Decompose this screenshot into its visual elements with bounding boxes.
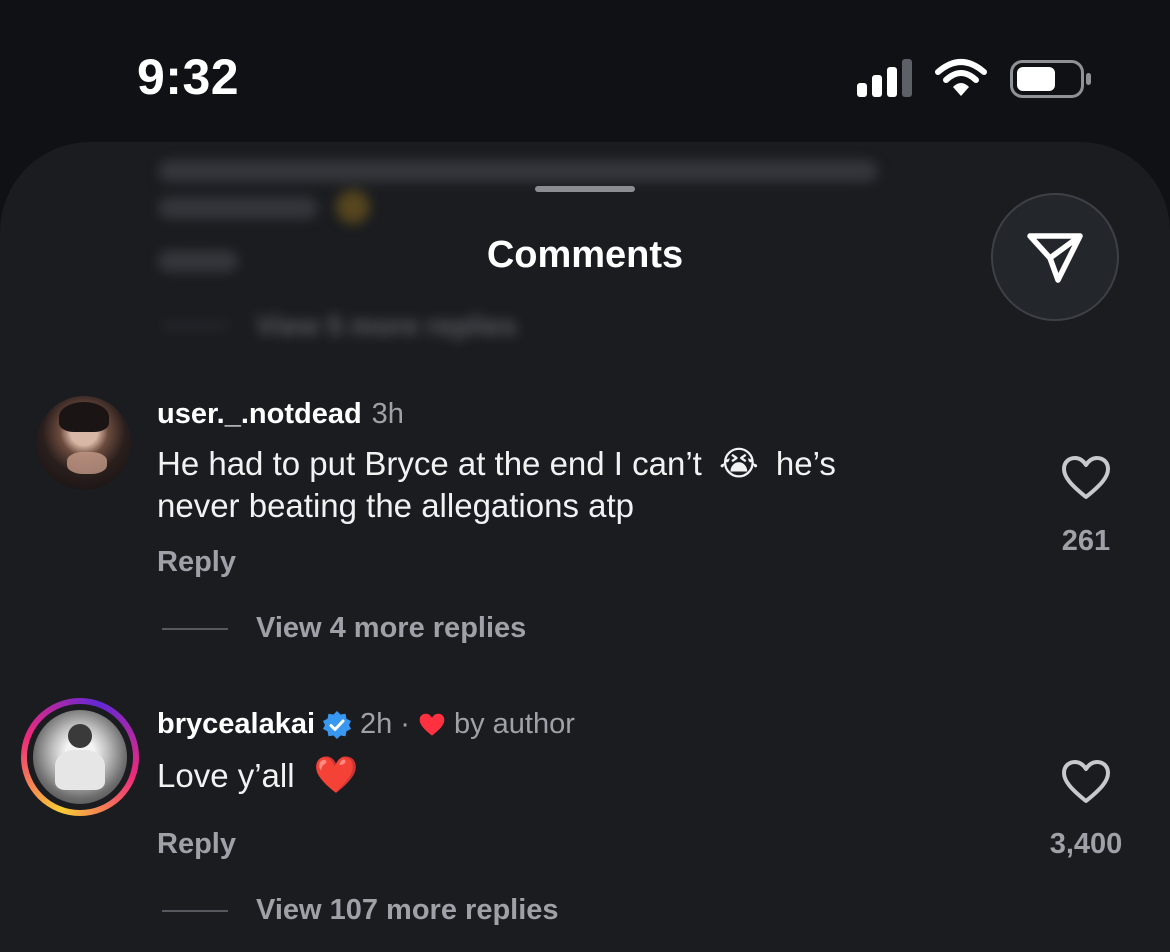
status-bar: 9:32 [0,0,1170,140]
screen: 9:32 View 5 more replies Comments user._… [0,0,1170,952]
view-more-replies-label: View 4 more replies [256,612,527,644]
reply-button[interactable]: Reply [157,828,236,861]
comment-text-line: he’s [775,445,836,482]
reply-button[interactable]: Reply [157,546,236,579]
liked-by-author-label: by author [453,708,575,740]
divider-line [162,909,228,912]
cellular-signal-icon [857,59,915,97]
comment-text-line: He had to put Bryce at the end I can’t [157,445,702,482]
comment-text-line: Love y’all [157,757,295,794]
heart-filled-icon [419,713,445,736]
like-count: 3,400 [1049,828,1123,860]
view-more-replies[interactable]: View 4 more replies [162,612,526,645]
heart-icon[interactable] [1061,455,1111,501]
separator-dot: · [400,708,410,740]
comment-time: 2h [360,708,393,740]
comment-time: 3h [371,398,404,430]
view-more-replies-label: View 107 more replies [256,894,559,926]
view-more-replies[interactable]: View 107 more replies [162,894,559,927]
heart-icon[interactable] [1061,759,1111,805]
divider-line [162,627,228,630]
view-more-replies-previous[interactable]: View 5 more replies [256,310,517,342]
comment-text: Love y’all ❤️ [157,754,857,797]
share-button[interactable] [991,193,1119,321]
comment-username[interactable]: brycealakai [157,708,315,741]
comment-username[interactable]: user._.notdead [157,398,362,431]
comment-header: brycealakai 2h · by author [157,708,575,741]
red-heart-emoji-icon: ❤️ [313,754,359,795]
like-count: 261 [1061,525,1111,557]
status-time: 9:32 [137,49,240,105]
drag-handle[interactable] [535,186,635,192]
crying-emoji-icon: 😭 [719,445,759,483]
wifi-icon [935,59,987,96]
comment-text-line: never beating the allegations atp [157,487,635,524]
battery-icon [1010,60,1091,98]
verified-badge-icon [323,710,352,739]
comment-header: user._.notdead 3h [157,398,404,431]
send-icon [1027,233,1083,283]
avatar[interactable] [37,396,131,490]
comment-text: He had to put Bryce at the end I can’t 😭… [157,443,1037,527]
story-ring[interactable] [21,698,139,816]
comments-sheet: View 5 more replies Comments user._.notd… [0,142,1170,952]
avatar [33,710,127,804]
